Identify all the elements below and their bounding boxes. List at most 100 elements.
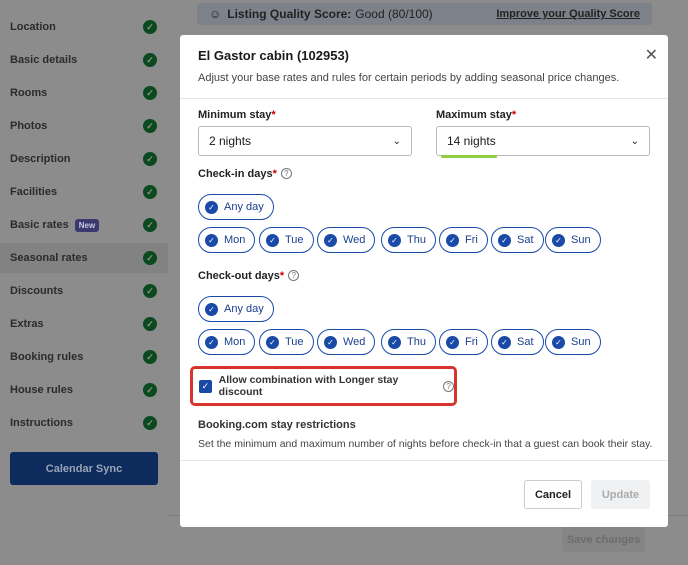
check-icon: ✓: [324, 233, 337, 247]
quality-value: Good (80/100): [355, 7, 433, 21]
sidebar-item-extras[interactable]: Extras ✓: [0, 309, 168, 339]
checkout-any-day[interactable]: ✓ Any day: [198, 296, 274, 322]
check-circle-icon: ✓: [143, 317, 157, 331]
checkin-day-fri[interactable]: ✓ Fri: [439, 227, 488, 253]
sidebar-item-basic-rates[interactable]: Basic rates New ✓: [0, 210, 168, 240]
sidebar-item-label: House rules: [10, 384, 73, 396]
check-circle-icon: ✓: [143, 284, 157, 298]
sidebar-item-label: Facilities: [10, 186, 58, 198]
sidebar-item-label: Rooms: [10, 87, 48, 99]
check-icon: ✓: [205, 302, 218, 316]
cancel-button[interactable]: Cancel: [524, 480, 582, 509]
sidebar-item-facilities[interactable]: Facilities ✓: [0, 177, 168, 207]
sidebar-item-location[interactable]: Location ✓: [0, 12, 168, 42]
check-circle-icon: ✓: [143, 119, 157, 133]
checkin-day-sun[interactable]: ✓ Sun: [545, 227, 601, 253]
max-stay-select[interactable]: 14 nights ⌄: [436, 126, 650, 156]
update-button[interactable]: Update: [591, 480, 650, 509]
modal-subtitle: Adjust your base rates and rules for cer…: [198, 72, 620, 84]
save-changes-button[interactable]: Save changes: [562, 527, 645, 552]
checkin-day-wed[interactable]: ✓ Wed: [317, 227, 376, 253]
sidebar-item-rooms[interactable]: Rooms ✓: [0, 78, 168, 108]
check-circle-icon: ✓: [143, 185, 157, 199]
check-icon: ✓: [446, 233, 459, 247]
improve-quality-link[interactable]: Improve your Quality Score: [496, 8, 640, 20]
sidebar-item-label: Photos: [10, 120, 48, 132]
pill-label: Thu: [407, 234, 426, 246]
sidebar-item-label: Location: [10, 21, 56, 33]
pill-label: Thu: [407, 336, 426, 348]
booking-restrictions-title: Booking.com stay restrictions: [198, 419, 356, 431]
check-circle-icon: ✓: [143, 20, 157, 34]
check-icon: ✓: [446, 335, 459, 349]
sidebar-item-label: Basic rates: [10, 219, 69, 231]
sidebar-item-label: Instructions: [10, 417, 73, 429]
combination-checkbox[interactable]: ✓: [199, 379, 212, 393]
focus-underline: [441, 155, 497, 158]
sidebar-item-basic-details[interactable]: Basic details ✓: [0, 45, 168, 75]
sidebar-item-label: Booking rules: [10, 351, 84, 363]
checkin-label: Check-in days*?: [198, 168, 292, 180]
check-circle-icon: ✓: [143, 152, 157, 166]
check-circle-icon: ✓: [143, 251, 157, 265]
pill-label: Wed: [343, 336, 366, 348]
pill-label: Any day: [224, 201, 264, 213]
checkout-day-thu[interactable]: ✓ Thu: [381, 329, 436, 355]
sidebar-item-label: Basic details: [10, 54, 78, 66]
help-icon[interactable]: ?: [288, 270, 300, 281]
sidebar-item-seasonal-rates[interactable]: Seasonal rates ✓: [0, 243, 168, 273]
modal-title: El Gastor cabin (102953): [198, 48, 350, 63]
check-circle-icon: ✓: [143, 416, 157, 430]
new-badge: New: [74, 218, 100, 232]
checkout-day-sun[interactable]: ✓ Sun: [545, 329, 601, 355]
checkin-day-sat[interactable]: ✓ Sat: [491, 227, 544, 253]
close-icon[interactable]: ✕: [645, 45, 658, 65]
checkout-day-wed[interactable]: ✓ Wed: [317, 329, 376, 355]
pill-label: Sat: [517, 234, 534, 246]
help-icon[interactable]: ?: [280, 168, 292, 179]
check-icon: ✓: [266, 335, 279, 349]
sidebar-item-booking-rules[interactable]: Booking rules ✓: [0, 342, 168, 372]
check-icon: ✓: [498, 335, 511, 349]
sidebar-item-label: Discounts: [10, 285, 64, 297]
checkout-day-mon[interactable]: ✓ Mon: [198, 329, 256, 355]
max-stay-label: Maximum stay*: [436, 109, 517, 121]
help-icon[interactable]: ?: [443, 380, 454, 392]
sidebar-item-house-rules[interactable]: House rules ✓: [0, 375, 168, 405]
checkout-label: Check-out days*?: [198, 270, 300, 282]
min-stay-select[interactable]: 2 nights ⌄: [198, 126, 412, 156]
pill-label: Wed: [343, 234, 366, 246]
calendar-sync-button[interactable]: Calendar Sync: [10, 452, 158, 485]
checkout-day-tue[interactable]: ✓ Tue: [259, 329, 314, 355]
check-icon: ✓: [205, 233, 218, 247]
check-circle-icon: ✓: [143, 218, 157, 232]
sidebar-item-label: Description: [10, 153, 71, 165]
pill-label: Tue: [285, 234, 304, 246]
check-icon: ✓: [388, 233, 401, 247]
combination-label: Allow combination with Longer stay disco…: [218, 374, 399, 398]
checkin-day-tue[interactable]: ✓ Tue: [259, 227, 314, 253]
check-circle-icon: ✓: [143, 53, 157, 67]
check-icon: ✓: [205, 200, 218, 214]
sidebar-item-discounts[interactable]: Discounts ✓: [0, 276, 168, 306]
checkin-day-mon[interactable]: ✓ Mon: [198, 227, 256, 253]
sidebar-item-description[interactable]: Description ✓: [0, 144, 168, 174]
check-icon: ✓: [388, 335, 401, 349]
check-icon: ✓: [205, 335, 218, 349]
checkout-day-sat[interactable]: ✓ Sat: [491, 329, 544, 355]
pill-label: Fri: [465, 336, 478, 348]
checkin-day-thu[interactable]: ✓ Thu: [381, 227, 436, 253]
sidebar-item-instructions[interactable]: Instructions ✓: [0, 408, 168, 438]
chevron-down-icon: ⌄: [630, 135, 639, 147]
combination-highlight: ✓ Allow combination with Longer stay dis…: [190, 366, 457, 406]
pill-label: Fri: [465, 234, 478, 246]
pill-label: Tue: [285, 336, 304, 348]
checkin-any-day[interactable]: ✓ Any day: [198, 194, 274, 220]
check-circle-icon: ✓: [143, 383, 157, 397]
checkout-day-fri[interactable]: ✓ Fri: [439, 329, 488, 355]
sidebar-item-label: Seasonal rates: [10, 252, 88, 264]
sidebar-item-label: Extras: [10, 318, 44, 330]
check-icon: ✓: [552, 335, 565, 349]
sidebar-item-photos[interactable]: Photos ✓: [0, 111, 168, 141]
check-circle-icon: ✓: [143, 86, 157, 100]
